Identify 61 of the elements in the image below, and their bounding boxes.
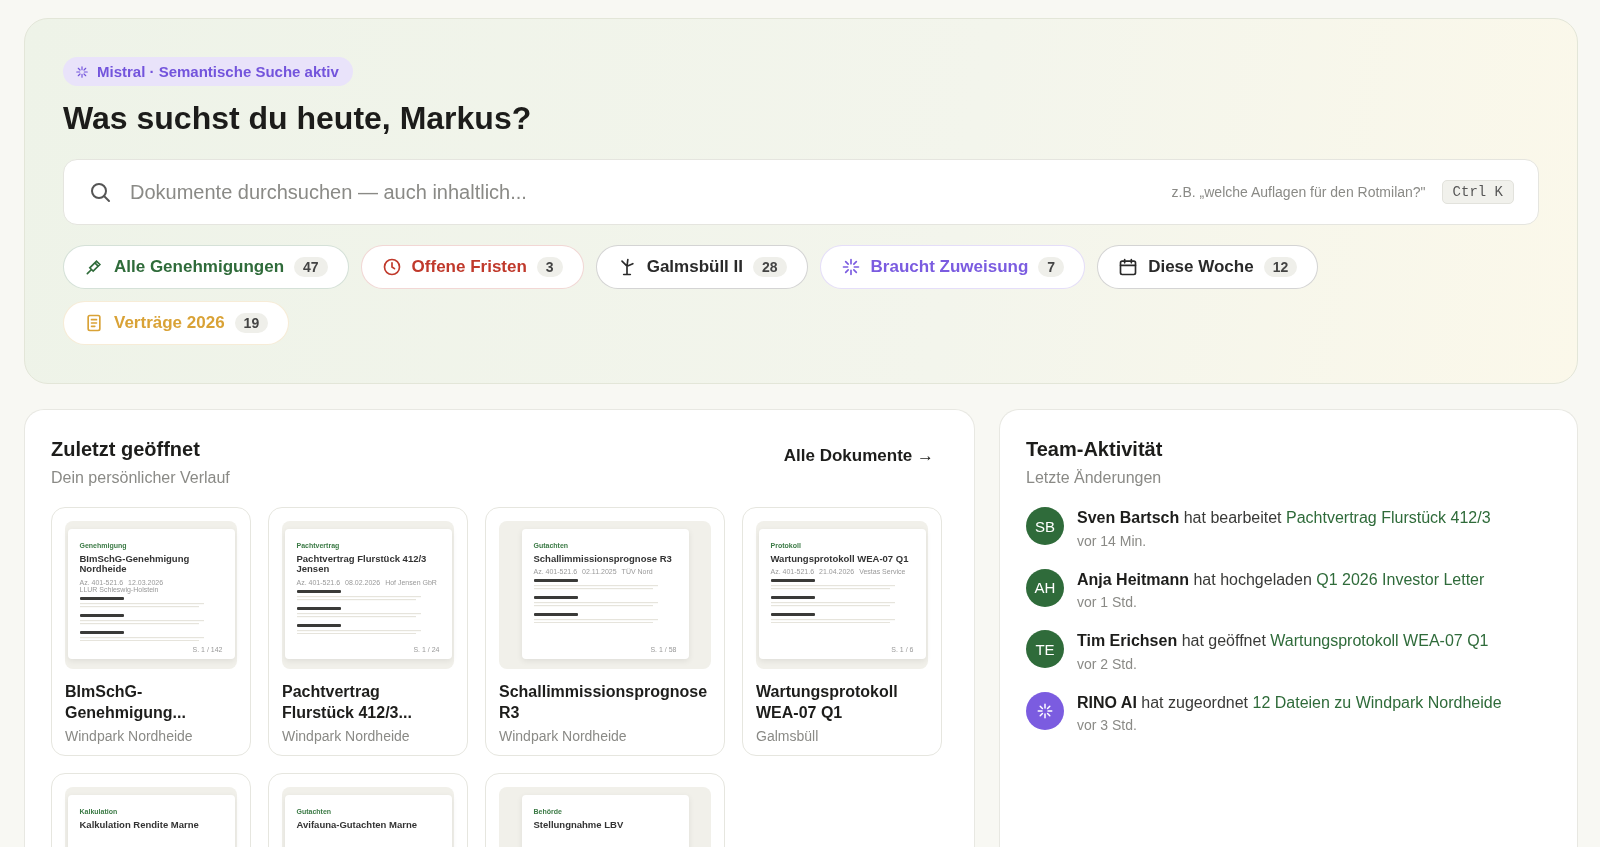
activity-text: RINO AI hat zugeordnet 12 Dateien zu Windpark Nordheide [1077,692,1502,713]
clock-icon [381,257,402,277]
project-name: Galmsbüll [756,727,820,744]
preview-title: Kalkulation Rendite Marne [79,820,200,831]
preview-title: Pachtvertrag Flurstück 412/3 Jensen [296,554,428,575]
search-icon [88,180,112,204]
filter-chip[interactable]: Offene Fristen 3 [360,245,584,289]
filter-chip[interactable]: Braucht Zuweisung 7 [819,245,1086,289]
search-hint: z.B. „welche Auflagen für den Rotmilan?" [1171,184,1426,200]
preview-title: Wartungsprotokoll WEA-07 Q1 [770,554,910,565]
badge-text: Mistral · Semantische Suche aktiv [97,63,339,80]
project-name: Windpark Nordheide [499,727,628,744]
section-subtitle: Letzte Änderungen [1026,469,1163,487]
activity-text: Sven Bartsch hat bearbeitet Pachtvertrag Flurstück 412/3 [1077,508,1491,528]
greeting-heading: Was suchst du heute, Markus? [63,100,533,137]
document-link[interactable]: Pachtvertrag Flurstück 412/3 [1286,509,1491,526]
count-badge: 7 [1038,257,1065,277]
document-link[interactable]: Wartungsprotokoll WEA-07 Q1 [1270,632,1489,650]
document-link[interactable]: 12 Dateien zu Windpark Nordheide [1252,693,1502,711]
user-avatar: AH [1026,568,1064,607]
sparkle-icon [75,64,89,79]
document-icon [84,313,104,333]
search-input[interactable]: Dokumente durchsuchen — auch inhaltlich... [128,179,1156,205]
preview-title: Stellungnahme LBV [533,820,625,831]
timestamp: vor 2 Std. [1077,655,1138,672]
section-subtitle: Dein persönlicher Verlauf [51,469,230,487]
all-documents-link[interactable]: Alle Dokumente → [783,446,934,466]
document-title: BImSchG-Genehmigung... [65,682,187,723]
section-title: Zuletzt geöffnet [51,438,201,461]
document-title: Wartungsprotokoll WEA-07 Q1 [756,682,899,723]
filter-chip[interactable]: Alle Genehmigungen 47 [63,245,349,289]
count-badge: 12 [1263,257,1298,277]
keyboard-shortcut: Ctrl K [1441,180,1514,204]
count-badge: 47 [294,257,328,277]
timestamp: vor 1 Std. [1077,594,1138,611]
count-badge: 19 [234,313,269,333]
activity-text: Tim Erichsen hat geöffnet Wartungsprotokoll WEA-07 Q1 [1077,631,1489,652]
filter-chip[interactable]: Verträge 2026 19 [63,301,290,345]
sparkle-icon [1036,701,1054,720]
sparkle-icon [840,257,861,277]
preview-title: BImSchG-Genehmigung Nordheide [79,554,191,575]
document-title: Schallimmissionsprognose R3 [499,682,709,723]
document-link[interactable]: Q1 2026 Investor Letter [1316,570,1485,588]
preview-title: Schallimmissionsprognose R3 [533,554,673,565]
calendar-icon [1118,257,1139,277]
preview-title: Avifauna-Gutachten Marne [296,820,419,831]
project-name: Windpark Nordheide [65,727,194,744]
count-badge: 28 [753,257,787,277]
count-badge: 3 [536,257,563,277]
search-field[interactable]: Dokumente durchsuchen — auch inhaltlich... z.B. „welche Auflagen für den Rotmilan?" Ctrl K [63,159,1539,225]
pen-icon [84,257,104,277]
document-title: Pachtvertrag Flurstück 412/3... [282,682,413,723]
user-avatar: TE [1026,630,1064,669]
filter-chip[interactable]: Galmsbüll II 28 [595,245,808,289]
user-avatar: SB [1026,507,1064,545]
timestamp: vor 3 Std. [1077,717,1138,734]
timestamp: vor 14 Min. [1077,532,1148,549]
filter-chip[interactable]: Diese Woche 12 [1097,245,1319,289]
section-title: Team-Aktivität [1026,438,1164,461]
project-name: Windpark Nordheide [282,727,411,744]
activity-text: Anja Heitmann hat hochgeladen Q1 2026 Investor Letter [1077,569,1485,590]
